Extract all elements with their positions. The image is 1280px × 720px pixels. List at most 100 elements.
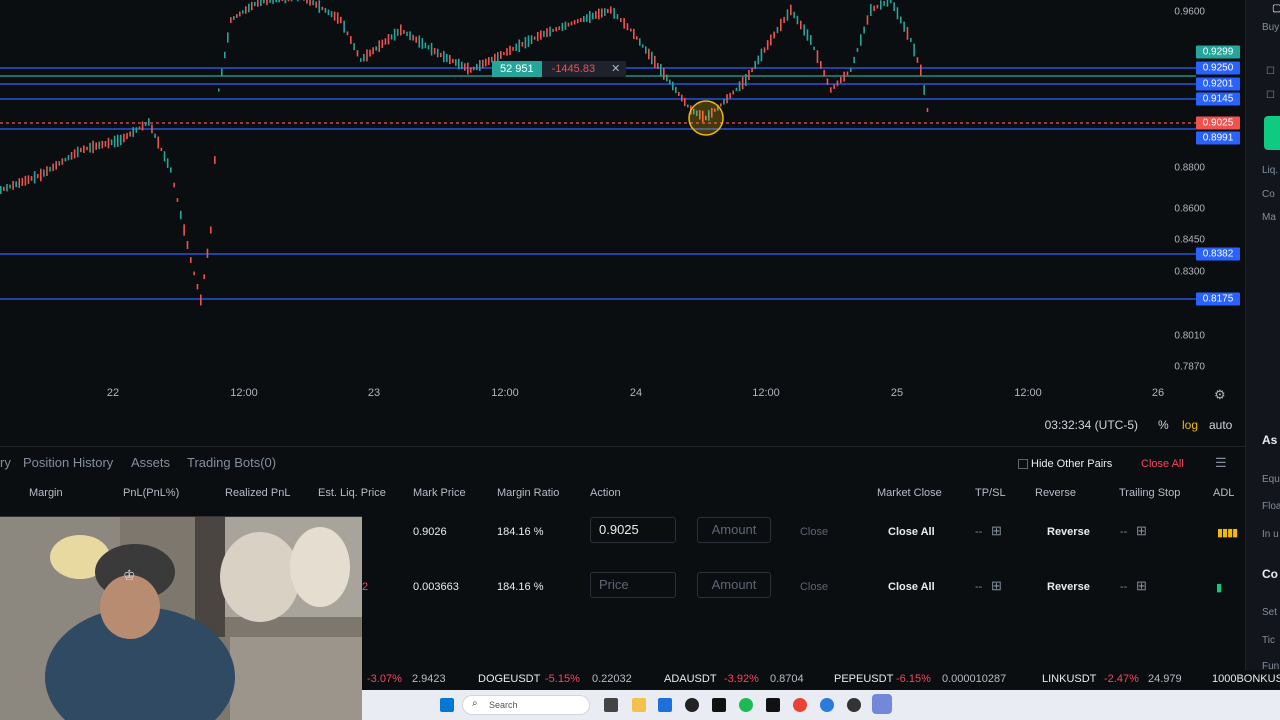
tab-trading-bots[interactable]: Trading Bots(0) bbox=[187, 455, 276, 470]
candle bbox=[275, 0, 277, 3]
ticker-symbol[interactable]: LINKUSDT bbox=[1042, 673, 1096, 685]
candle bbox=[200, 294, 202, 306]
candle bbox=[436, 48, 439, 58]
position-order-line[interactable]: 52 951 -1445.83 ✕ bbox=[492, 61, 627, 77]
candle bbox=[21, 177, 24, 186]
spotify-icon[interactable] bbox=[739, 698, 753, 712]
close-amount-input[interactable]: Amount bbox=[697, 517, 771, 543]
checkbox-icon[interactable]: ☐ bbox=[1266, 66, 1275, 77]
candle bbox=[154, 133, 156, 138]
candle bbox=[430, 42, 433, 56]
candle bbox=[880, 0, 882, 10]
windows-start-icon[interactable] bbox=[440, 698, 454, 712]
order-close-icon[interactable]: ✕ bbox=[605, 61, 627, 77]
col-mark-price: Mark Price bbox=[413, 487, 466, 499]
candle bbox=[720, 103, 722, 107]
square-icon: ▢ bbox=[1272, 3, 1280, 14]
tpsl-value: -- bbox=[975, 581, 983, 593]
market-close-all-button[interactable]: Close All bbox=[888, 526, 935, 538]
taskbar-search-input[interactable]: Search bbox=[462, 695, 590, 715]
ticker-symbol[interactable]: PEPEUSDT bbox=[834, 673, 893, 685]
close-price-input[interactable]: 0.9025 bbox=[590, 517, 676, 543]
ticker-symbol[interactable]: 1000BONKUS bbox=[1212, 673, 1280, 685]
candle bbox=[920, 64, 922, 76]
price-chart[interactable]: 0.9600 0.8800 0.8600 0.8450 0.8300 0.801… bbox=[0, 0, 1245, 410]
add-trailing-stop-icon[interactable]: ⊞ bbox=[1136, 523, 1147, 539]
candle bbox=[518, 39, 521, 53]
buy-button[interactable] bbox=[1264, 116, 1280, 150]
candle bbox=[284, 0, 287, 4]
log-scale-toggle[interactable]: log bbox=[1182, 418, 1198, 432]
file-explorer-icon[interactable] bbox=[632, 698, 646, 712]
market-close-all-button[interactable]: Close All bbox=[888, 581, 935, 593]
sidebar-label: Floa bbox=[1262, 501, 1280, 512]
ticker-symbol[interactable]: DOGEUSDT bbox=[478, 673, 540, 685]
candle bbox=[567, 22, 570, 27]
auto-scale-toggle[interactable]: auto bbox=[1209, 418, 1232, 432]
discord-icon[interactable] bbox=[872, 694, 892, 714]
order-sidebar: ▢ Buy ☐ ☐ Liq. Co Ma As Equ Floa In u Co… bbox=[1245, 0, 1280, 672]
candle bbox=[206, 248, 209, 258]
tiktok-icon[interactable] bbox=[766, 698, 780, 712]
candle bbox=[190, 257, 192, 263]
price-tag: 0.9025 bbox=[1196, 116, 1240, 130]
candle bbox=[586, 14, 588, 22]
hide-other-pairs-checkbox[interactable] bbox=[1018, 459, 1028, 469]
tab-assets[interactable]: Assets bbox=[131, 455, 170, 470]
app-icon[interactable] bbox=[847, 698, 861, 712]
candle bbox=[810, 35, 812, 45]
ticker-price: 0.22032 bbox=[592, 673, 632, 685]
tab-history[interactable]: ry bbox=[0, 455, 11, 470]
candle bbox=[866, 15, 869, 25]
webcam-overlay: ♔ bbox=[0, 516, 362, 720]
price-axis-label: 0.9600 bbox=[1174, 6, 1205, 18]
app-icon[interactable] bbox=[820, 698, 834, 712]
close-amount-input[interactable]: Amount bbox=[697, 572, 771, 598]
add-tpsl-icon[interactable]: ⊞ bbox=[991, 523, 1002, 539]
candle bbox=[515, 43, 517, 51]
candle bbox=[883, 0, 885, 6]
limit-close-button[interactable]: Close bbox=[779, 520, 849, 544]
candle bbox=[318, 0, 321, 13]
candle bbox=[672, 81, 674, 91]
checkbox-icon[interactable]: ☐ bbox=[1266, 90, 1275, 101]
filter-icon[interactable]: ☰ bbox=[1215, 455, 1227, 471]
trading-app: 0.9600 0.8800 0.8600 0.8450 0.8300 0.801… bbox=[0, 0, 1280, 720]
add-tpsl-icon[interactable]: ⊞ bbox=[991, 578, 1002, 594]
candle bbox=[266, 0, 268, 6]
candle bbox=[840, 76, 842, 84]
candle bbox=[776, 26, 779, 34]
candle bbox=[9, 184, 11, 189]
add-trailing-stop-icon[interactable]: ⊞ bbox=[1136, 578, 1147, 594]
sidebar-label: In u bbox=[1262, 529, 1279, 540]
ticker-symbol[interactable]: ADAUSDT bbox=[664, 673, 717, 685]
candle bbox=[0, 186, 2, 194]
limit-close-button[interactable]: Close bbox=[779, 575, 849, 599]
hide-other-pairs-label[interactable]: Hide Other Pairs bbox=[1031, 458, 1112, 470]
percent-scale-toggle[interactable]: % bbox=[1158, 418, 1169, 432]
task-view-icon[interactable] bbox=[604, 698, 618, 712]
candle bbox=[409, 31, 411, 41]
sidebar-buy-label[interactable]: Buy bbox=[1262, 22, 1279, 33]
settings-gear-icon[interactable]: ⚙ bbox=[1214, 387, 1226, 403]
candle bbox=[536, 31, 539, 42]
store-icon[interactable] bbox=[658, 698, 672, 712]
reverse-button[interactable]: Reverse bbox=[1047, 526, 1090, 538]
time-label: 12:00 bbox=[752, 387, 780, 399]
candle bbox=[343, 20, 345, 33]
app-icon[interactable] bbox=[685, 698, 699, 712]
candle bbox=[684, 97, 686, 107]
close-all-positions-button[interactable]: Close All bbox=[1141, 458, 1184, 470]
app-icon[interactable] bbox=[712, 698, 726, 712]
candle bbox=[330, 11, 333, 18]
time-label: 12:00 bbox=[1014, 387, 1042, 399]
reverse-button[interactable]: Reverse bbox=[1047, 581, 1090, 593]
col-trailing-stop: Trailing Stop bbox=[1119, 487, 1181, 499]
candle bbox=[479, 59, 481, 72]
tab-position-history[interactable]: Position History bbox=[23, 455, 113, 470]
candle bbox=[3, 186, 5, 191]
candle bbox=[315, 1, 317, 8]
close-price-input[interactable]: Price bbox=[590, 572, 676, 598]
candle bbox=[272, 0, 274, 4]
chrome-icon[interactable] bbox=[793, 698, 807, 712]
